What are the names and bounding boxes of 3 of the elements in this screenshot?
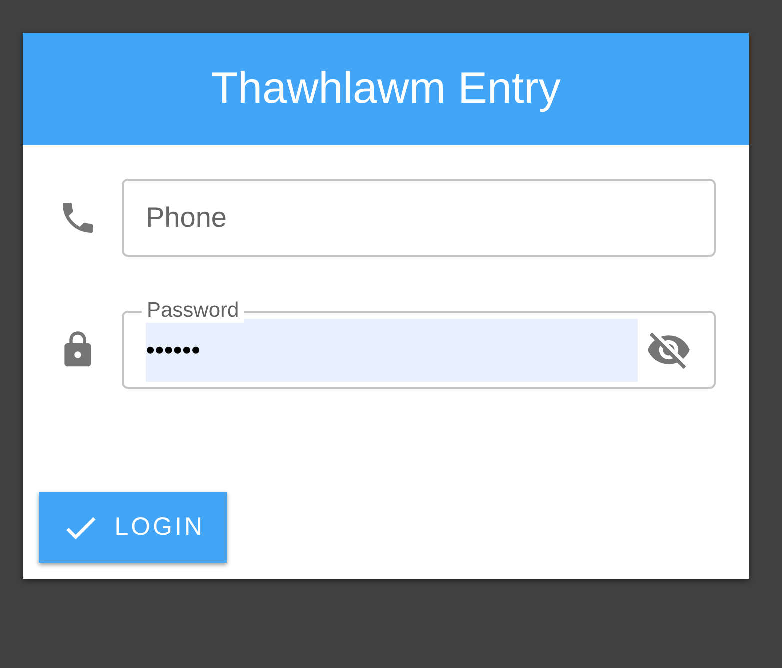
phone-field[interactable]: Phone: [122, 179, 716, 257]
dialog-title: Thawhlawm Entry: [211, 64, 561, 114]
field-label: Password: [142, 299, 244, 323]
